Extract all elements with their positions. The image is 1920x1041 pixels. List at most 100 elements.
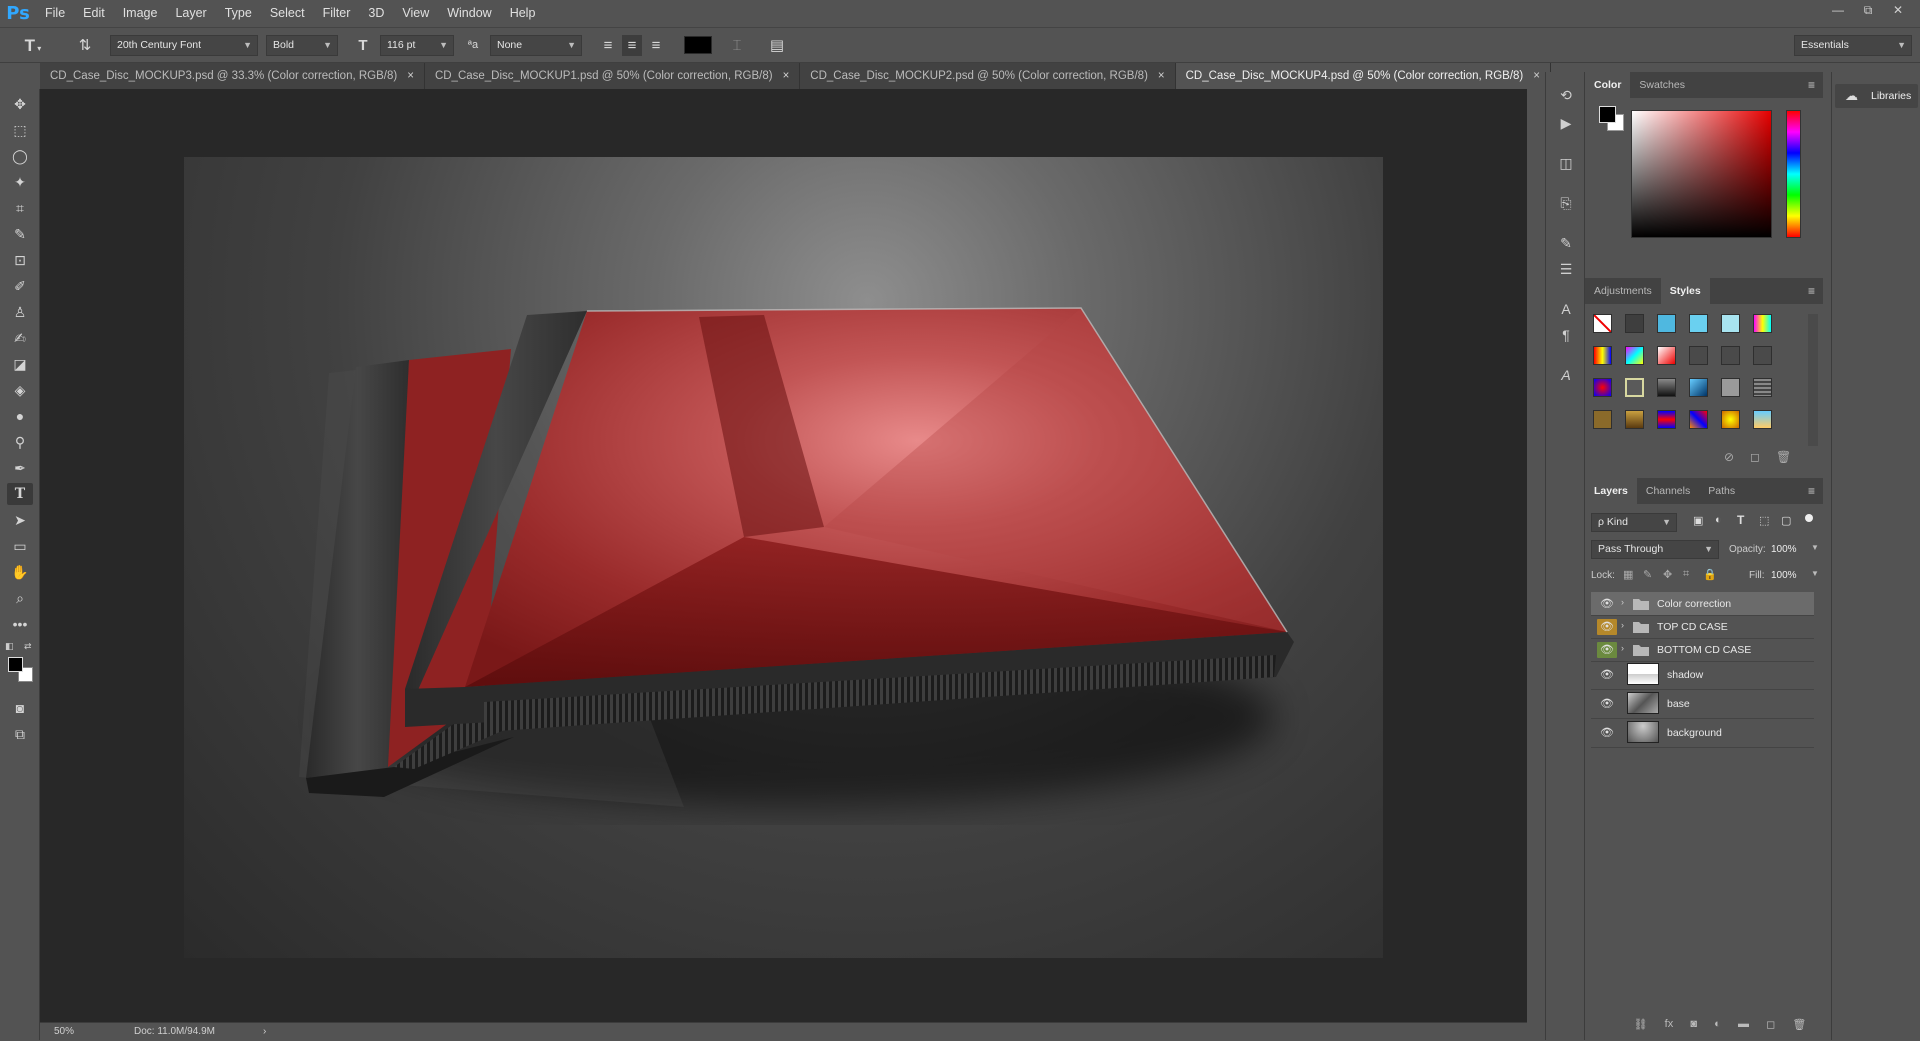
align-center-icon[interactable]: ≡ bbox=[622, 35, 642, 56]
zoom-level[interactable]: 50% bbox=[54, 1023, 74, 1041]
tab-mockup1[interactable]: CD_Case_Disc_MOCKUP1.psd @ 50% (Color co… bbox=[424, 63, 801, 89]
clear-style-icon[interactable]: ⊘ bbox=[1724, 450, 1734, 464]
layer-row-color-correction[interactable]: 👁 › Color correction bbox=[1591, 592, 1814, 616]
menu-3d[interactable]: 3D bbox=[359, 0, 393, 27]
menu-filter[interactable]: Filter bbox=[314, 0, 360, 27]
quick-mask-icon[interactable]: ◙ bbox=[7, 697, 33, 719]
tab-mockup2[interactable]: CD_Case_Disc_MOCKUP2.psd @ 50% (Color co… bbox=[800, 63, 1176, 89]
style-swatch[interactable] bbox=[1593, 346, 1612, 365]
lock-all-icon[interactable]: 🔒 bbox=[1703, 568, 1717, 581]
tab-channels[interactable]: Channels bbox=[1637, 478, 1699, 504]
style-swatch[interactable] bbox=[1721, 378, 1740, 397]
menu-image[interactable]: Image bbox=[114, 0, 167, 27]
tab-swatches[interactable]: Swatches bbox=[1630, 72, 1694, 98]
visibility-eye-icon[interactable]: 👁 bbox=[1597, 696, 1617, 712]
foreground-color-swatch[interactable] bbox=[8, 657, 23, 672]
workspace-select[interactable]: Essentials ▼ bbox=[1794, 35, 1912, 56]
crop-tool-icon[interactable]: ⌗ bbox=[7, 197, 33, 219]
layer-row-background[interactable]: 👁 background bbox=[1591, 719, 1814, 748]
restore-button[interactable]: ⧉ bbox=[1854, 0, 1882, 20]
paragraph-icon[interactable]: ¶ bbox=[1555, 324, 1577, 346]
visibility-eye-icon[interactable]: 👁 bbox=[1597, 596, 1617, 612]
swap-colors-icon[interactable]: ⇄ bbox=[24, 641, 32, 652]
layer-row-base[interactable]: 👁 base bbox=[1591, 690, 1814, 719]
tab-styles[interactable]: Styles bbox=[1660, 278, 1710, 304]
menu-view[interactable]: View bbox=[393, 0, 438, 27]
opacity-value[interactable]: 100% bbox=[1771, 544, 1797, 555]
blur-tool-icon[interactable]: ● bbox=[7, 405, 33, 427]
style-swatch[interactable] bbox=[1625, 410, 1644, 429]
clone-source-icon[interactable]: ⎘ bbox=[1555, 192, 1577, 214]
tab-color[interactable]: Color bbox=[1585, 72, 1631, 98]
font-size-select[interactable]: 116 pt ▼ bbox=[380, 35, 454, 56]
tool-preset-picker[interactable]: T ▾ bbox=[18, 35, 48, 56]
antialias-select[interactable]: None ▼ bbox=[490, 35, 582, 56]
close-icon[interactable]: × bbox=[1533, 70, 1540, 82]
delete-style-icon[interactable]: 🗑 bbox=[1776, 450, 1791, 464]
tab-mockup3[interactable]: CD_Case_Disc_MOCKUP3.psd @ 33.3% (Color … bbox=[40, 63, 425, 89]
layer-row-bottom-cd-case[interactable]: 👁 › BOTTOM CD CASE bbox=[1591, 638, 1814, 662]
magic-wand-tool-icon[interactable]: ✦ bbox=[7, 171, 33, 193]
adjustments-icon[interactable]: ☰ bbox=[1555, 258, 1577, 280]
style-none[interactable] bbox=[1593, 314, 1612, 333]
fill-value[interactable]: 100% bbox=[1771, 570, 1797, 581]
panel-menu-icon[interactable]: ≡ bbox=[1808, 72, 1815, 98]
more-tools-icon[interactable]: ••• bbox=[7, 613, 33, 635]
libraries-button[interactable]: ☁ Libraries bbox=[1835, 84, 1918, 108]
new-group-icon[interactable]: ▬ bbox=[1738, 1018, 1749, 1036]
style-swatch[interactable] bbox=[1593, 410, 1612, 429]
chevron-right-icon[interactable]: › bbox=[1621, 620, 1624, 630]
history-icon[interactable]: ⟲ bbox=[1555, 84, 1577, 106]
new-adjustment-icon[interactable]: ◐ bbox=[1714, 1018, 1721, 1036]
panel-menu-icon[interactable]: ≡ bbox=[1808, 478, 1815, 504]
visibility-eye-icon[interactable]: 👁 bbox=[1597, 642, 1617, 658]
glyphs-icon[interactable]: A bbox=[1555, 364, 1577, 386]
filter-adjustment-icon[interactable]: ◐ bbox=[1715, 514, 1722, 526]
chevron-right-icon[interactable]: › bbox=[1621, 597, 1624, 607]
menu-help[interactable]: Help bbox=[501, 0, 545, 27]
align-left-icon[interactable]: ≡ bbox=[598, 35, 618, 56]
eraser-tool-icon[interactable]: ◪ bbox=[7, 353, 33, 375]
link-layers-icon[interactable]: ⛓ bbox=[1634, 1018, 1648, 1036]
close-window-button[interactable]: ✕ bbox=[1884, 0, 1912, 20]
add-mask-icon[interactable]: ◙ bbox=[1690, 1018, 1697, 1036]
chevron-right-icon[interactable]: › bbox=[1621, 643, 1624, 653]
hue-slider[interactable] bbox=[1786, 110, 1801, 238]
layer-row-shadow[interactable]: 👁 shadow bbox=[1591, 661, 1814, 690]
style-swatch[interactable] bbox=[1657, 378, 1676, 397]
clone-stamp-tool-icon[interactable]: ♙ bbox=[7, 301, 33, 323]
document-canvas[interactable] bbox=[184, 157, 1383, 958]
font-family-select[interactable]: 20th Century Font ▼ bbox=[110, 35, 258, 56]
style-swatch[interactable] bbox=[1753, 378, 1772, 397]
new-style-icon[interactable]: ◻ bbox=[1750, 450, 1760, 464]
chevron-down-icon[interactable]: ▼ bbox=[1811, 543, 1819, 552]
style-swatch[interactable] bbox=[1721, 410, 1740, 429]
menu-edit[interactable]: Edit bbox=[74, 0, 114, 27]
tab-paths[interactable]: Paths bbox=[1699, 478, 1744, 504]
menu-type[interactable]: Type bbox=[216, 0, 261, 27]
visibility-eye-icon[interactable]: 👁 bbox=[1597, 619, 1617, 635]
menu-select[interactable]: Select bbox=[261, 0, 314, 27]
lasso-tool-icon[interactable]: ◯ bbox=[7, 145, 33, 167]
rectangle-tool-icon[interactable]: ▭ bbox=[7, 535, 33, 557]
style-swatch[interactable] bbox=[1657, 410, 1676, 429]
screen-mode-icon[interactable]: ⧉ bbox=[7, 723, 33, 745]
close-icon[interactable]: × bbox=[1158, 70, 1165, 82]
styles-scrollbar[interactable] bbox=[1808, 314, 1818, 446]
eyedropper-tool-icon[interactable]: ✎ bbox=[7, 223, 33, 245]
lock-artboard-icon[interactable]: ⌗ bbox=[1683, 568, 1689, 581]
filter-pixel-icon[interactable]: ▣ bbox=[1693, 514, 1703, 527]
dodge-tool-icon[interactable]: ⚲ bbox=[7, 431, 33, 453]
blend-mode-select[interactable]: Pass Through ▼ bbox=[1591, 540, 1719, 559]
close-icon[interactable]: × bbox=[407, 70, 414, 82]
panel-menu-icon[interactable]: ≡ bbox=[1808, 278, 1815, 304]
lock-image-icon[interactable]: ✎ bbox=[1643, 568, 1652, 581]
brush-tool-icon[interactable]: ✐ bbox=[7, 275, 33, 297]
style-swatch[interactable] bbox=[1689, 410, 1708, 429]
style-swatch[interactable] bbox=[1625, 314, 1644, 333]
toggle-text-orientation-icon[interactable]: ⇅ bbox=[74, 35, 96, 56]
align-right-icon[interactable]: ≡ bbox=[646, 35, 666, 56]
warp-text-icon[interactable]: ⌶ bbox=[726, 35, 748, 56]
new-layer-icon[interactable]: ◻ bbox=[1766, 1018, 1775, 1036]
tab-adjustments[interactable]: Adjustments bbox=[1585, 278, 1661, 304]
